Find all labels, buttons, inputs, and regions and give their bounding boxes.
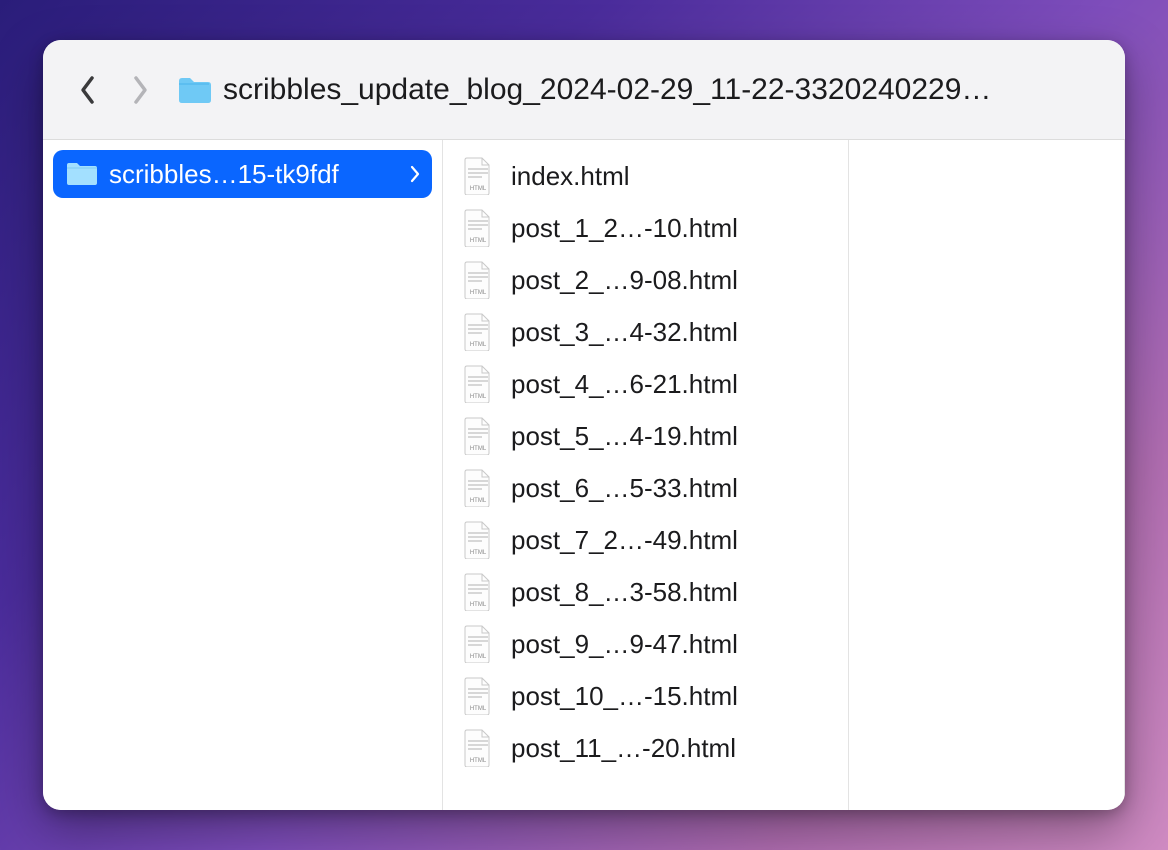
columns-view: scribbles…15-tk9fdf HTML index.html HTML…	[43, 140, 1125, 810]
file-item[interactable]: HTML post_5_…4-19.html	[449, 410, 842, 462]
file-item[interactable]: HTML post_10_…-15.html	[449, 670, 842, 722]
file-name: post_8_…3-58.html	[511, 577, 738, 608]
file-item[interactable]: HTML index.html	[449, 150, 842, 202]
html-file-icon: HTML	[463, 521, 493, 559]
file-name: post_9_…9-47.html	[511, 629, 738, 660]
file-name: post_3_…4-32.html	[511, 317, 738, 348]
column-2[interactable]: HTML index.html HTML post_1_2…-10.html H…	[443, 140, 849, 810]
html-file-icon: HTML	[463, 469, 493, 507]
file-item[interactable]: HTML post_4_…6-21.html	[449, 358, 842, 410]
folder-item-label: scribbles…15-tk9fdf	[109, 159, 339, 190]
file-item[interactable]: HTML post_3_…4-32.html	[449, 306, 842, 358]
window-title: scribbles_update_blog_2024-02-29_11-22-3…	[223, 73, 991, 107]
finder-window: scribbles_update_blog_2024-02-29_11-22-3…	[43, 40, 1125, 810]
svg-text:HTML: HTML	[470, 654, 487, 660]
html-file-icon: HTML	[463, 157, 493, 195]
chevron-left-icon	[79, 75, 97, 105]
file-name: post_10_…-15.html	[511, 681, 738, 712]
svg-text:HTML: HTML	[470, 394, 487, 400]
file-item[interactable]: HTML post_1_2…-10.html	[449, 202, 842, 254]
html-file-icon: HTML	[463, 677, 493, 715]
svg-text:HTML: HTML	[470, 498, 487, 504]
chevron-right-icon	[410, 165, 420, 183]
html-file-icon: HTML	[463, 573, 493, 611]
column-1[interactable]: scribbles…15-tk9fdf	[43, 140, 443, 810]
html-file-icon: HTML	[463, 261, 493, 299]
folder-item-selected[interactable]: scribbles…15-tk9fdf	[53, 150, 432, 198]
html-file-icon: HTML	[463, 417, 493, 455]
html-file-icon: HTML	[463, 729, 493, 767]
file-item[interactable]: HTML post_6_…5-33.html	[449, 462, 842, 514]
svg-text:HTML: HTML	[470, 550, 487, 556]
file-item[interactable]: HTML post_11_…-20.html	[449, 722, 842, 774]
forward-button[interactable]	[123, 73, 157, 107]
nav-buttons	[71, 73, 157, 107]
column-3[interactable]	[849, 140, 1125, 810]
html-file-icon: HTML	[463, 313, 493, 351]
file-item[interactable]: HTML post_8_…3-58.html	[449, 566, 842, 618]
file-name: post_6_…5-33.html	[511, 473, 738, 504]
svg-text:HTML: HTML	[470, 186, 487, 192]
svg-text:HTML: HTML	[470, 290, 487, 296]
file-name: post_7_2…-49.html	[511, 525, 738, 556]
back-button[interactable]	[71, 73, 105, 107]
file-item[interactable]: HTML post_7_2…-49.html	[449, 514, 842, 566]
svg-text:HTML: HTML	[470, 602, 487, 608]
toolbar: scribbles_update_blog_2024-02-29_11-22-3…	[43, 40, 1125, 140]
folder-icon	[177, 76, 211, 104]
svg-text:HTML: HTML	[470, 238, 487, 244]
file-name: post_5_…4-19.html	[511, 421, 738, 452]
file-item[interactable]: HTML post_9_…9-47.html	[449, 618, 842, 670]
html-file-icon: HTML	[463, 625, 493, 663]
svg-text:HTML: HTML	[470, 706, 487, 712]
svg-text:HTML: HTML	[470, 446, 487, 452]
chevron-right-icon	[131, 75, 149, 105]
file-name: post_4_…6-21.html	[511, 369, 738, 400]
file-name: index.html	[511, 161, 630, 192]
file-name: post_1_2…-10.html	[511, 213, 738, 244]
file-name: post_11_…-20.html	[511, 733, 736, 764]
title-area: scribbles_update_blog_2024-02-29_11-22-3…	[177, 73, 1097, 107]
file-item[interactable]: HTML post_2_…9-08.html	[449, 254, 842, 306]
svg-text:HTML: HTML	[470, 758, 487, 764]
html-file-icon: HTML	[463, 365, 493, 403]
folder-icon	[65, 161, 99, 187]
svg-text:HTML: HTML	[470, 342, 487, 348]
file-name: post_2_…9-08.html	[511, 265, 738, 296]
html-file-icon: HTML	[463, 209, 493, 247]
